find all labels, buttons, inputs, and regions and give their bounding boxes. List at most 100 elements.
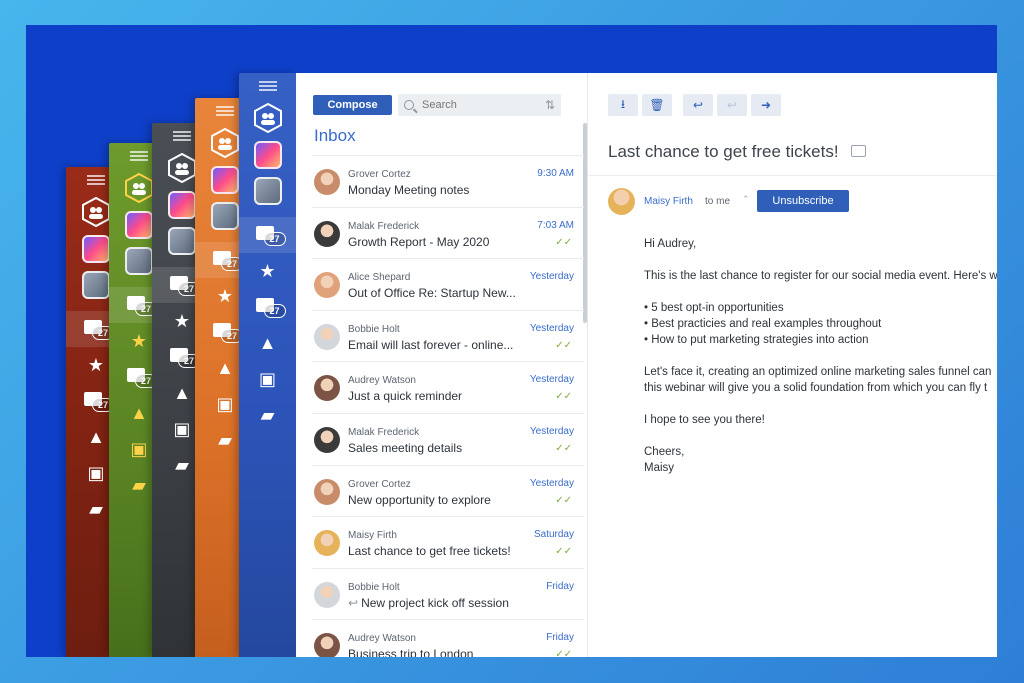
reply-all-button[interactable]: ↩ <box>717 94 747 116</box>
subject-text: Just a quick reminder <box>348 389 463 404</box>
message-subject: Just a quick reminder <box>348 389 462 403</box>
replied-icon: ↩ <box>348 595 359 610</box>
message-sender: Bobbie Holt <box>348 323 400 335</box>
paragraph-line: Let's face it, creating an optimized onl… <box>644 366 992 378</box>
account-tile[interactable] <box>168 227 196 255</box>
action-toolbar: ⭳ 🗑 <box>608 94 672 116</box>
account-tile[interactable] <box>125 211 153 239</box>
avatar <box>314 426 340 453</box>
header-divider <box>588 175 997 176</box>
subject-text: Business trip to London <box>348 647 474 657</box>
message-list-pane: Compose ⇅ Inbox Grover Cortez Monday Meet… <box>296 73 588 657</box>
read-check-icon: ✓✓ <box>555 391 572 403</box>
reply-toolbar: ↩ ↩ ➜ <box>683 94 781 116</box>
message-subject: Monday Meeting notes <box>348 183 469 197</box>
download-button[interactable]: ⭳ <box>608 94 638 116</box>
message-row[interactable]: Audrey Watson Business trip to London Frid… <box>312 619 584 657</box>
sort-icon[interactable]: ⇅ <box>545 98 555 112</box>
bullet-item: Best practicies and real examples throug… <box>644 316 997 332</box>
account-tile[interactable] <box>125 247 153 275</box>
message-time: Saturday <box>533 529 574 541</box>
recipient-label: to me <box>705 196 731 207</box>
message-time: 7:03 AM <box>537 219 574 231</box>
reply-button[interactable]: ↩ <box>683 94 713 116</box>
contacts-icon[interactable] <box>211 128 239 158</box>
avatar <box>314 323 340 350</box>
message-row[interactable]: Grover Cortez New opportunity to explore Y… <box>312 464 584 517</box>
message-row[interactable]: Grover Cortez Monday Meeting notes 9:30 AM <box>312 155 584 207</box>
message-time: Yesterday <box>529 477 574 489</box>
send-icon[interactable]: ▲ <box>239 325 296 361</box>
message-subject: Email will last forever - online... <box>348 338 513 352</box>
account-tile[interactable] <box>82 271 110 299</box>
contacts-icon[interactable] <box>168 153 196 183</box>
folder-title: Inbox <box>314 126 356 145</box>
message-sender: Bobbie Holt <box>348 581 400 593</box>
avatar <box>314 633 340 657</box>
account-tile[interactable] <box>253 177 282 205</box>
search-icon <box>404 100 414 110</box>
folder-icon[interactable]: ▰ <box>239 397 296 433</box>
message-row[interactable]: Malak Frederick Growth Report - May 2020 7… <box>312 206 584 259</box>
message-time: Friday <box>546 580 574 592</box>
subject-text: Email will last forever - online... <box>348 337 514 352</box>
archive-icon[interactable]: ▣ <box>239 361 296 397</box>
contacts-icon[interactable] <box>125 173 153 203</box>
message-row[interactable]: Bobbie Holt ↩ New project kick off session… <box>312 567 584 620</box>
message-sender: Maisy Firth <box>348 530 397 542</box>
forward-button[interactable]: ➜ <box>751 94 781 116</box>
read-check-icon: ✓✓ <box>555 442 572 454</box>
folder-badge-icon[interactable]: 27 <box>239 289 296 325</box>
message-body: Hi Audrey, This is the last chance to re… <box>644 236 997 476</box>
message-row[interactable]: Malak Frederick Sales meeting details Yest… <box>312 412 584 465</box>
move-to-folder-icon[interactable] <box>850 145 866 157</box>
bullet-item: 5 best opt-in opportunities <box>644 300 997 316</box>
message-row[interactable]: Alice Shepard Out of Office Re: Startup N… <box>312 258 584 310</box>
message-time: Friday <box>546 632 574 644</box>
message-time: 9:30 AM <box>537 168 574 179</box>
hamburger-icon[interactable] <box>87 175 105 185</box>
inbox-folder-icon[interactable]: 27 <box>239 217 296 253</box>
message-sender: Audrey Watson <box>348 633 416 645</box>
contacts-icon[interactable] <box>82 197 110 227</box>
skin-panel-blue[interactable]: 27 ★ 27 ▲ ▣ ▰ <box>239 73 296 657</box>
star-icon[interactable]: ★ <box>239 253 296 289</box>
compose-button[interactable]: Compose <box>313 95 392 115</box>
account-tile[interactable] <box>211 166 239 194</box>
signature: Maisy <box>644 462 675 474</box>
message-sender: Grover Cortez <box>348 478 411 490</box>
message-row[interactable]: Bobbie Holt Email will last forever - onl… <box>312 309 584 362</box>
message-subject: Growth Report - May 2020 <box>348 235 489 249</box>
message-sender: Grover Cortez <box>348 169 411 180</box>
account-tile[interactable] <box>253 141 282 169</box>
contacts-icon[interactable] <box>253 103 282 133</box>
greeting: Hi Audrey, <box>644 238 697 250</box>
hamburger-icon[interactable] <box>173 131 191 141</box>
hamburger-icon[interactable] <box>258 81 277 91</box>
account-tile[interactable] <box>211 202 239 230</box>
details-toggle-icon[interactable]: ⌃ <box>742 194 750 205</box>
subject-text: Last chance to get free tickets! <box>348 544 511 559</box>
search-box[interactable]: ⇅ <box>398 94 561 116</box>
read-check-icon: ✓✓ <box>555 546 572 558</box>
account-tile[interactable] <box>82 235 110 263</box>
unsubscribe-button[interactable]: Unsubscribe <box>757 190 849 212</box>
message-time: Yesterday <box>529 425 574 437</box>
avatar <box>314 169 340 195</box>
message-row[interactable]: Maisy Firth Last chance to get free ticke… <box>312 516 584 568</box>
bullet-item: How to put marketing strategies into act… <box>644 332 997 348</box>
message-row[interactable]: Audrey Watson Just a quick reminder Yester… <box>312 361 584 413</box>
subject-text: New project kick off session <box>361 595 509 610</box>
subject-text: Last chance to get free tickets! <box>608 142 839 161</box>
message-time: Yesterday <box>529 374 574 386</box>
subject-text: Out of Office Re: Startup New... <box>348 286 516 301</box>
hamburger-icon[interactable] <box>130 151 148 161</box>
delete-button[interactable]: 🗑 <box>642 94 672 116</box>
account-tile[interactable] <box>168 191 196 219</box>
paragraph-line: this webinar will give you a solid found… <box>644 382 988 394</box>
sender-name[interactable]: Maisy Firth <box>644 196 693 207</box>
sender-avatar <box>608 188 635 215</box>
message-subject: New opportunity to explore <box>348 493 491 507</box>
hamburger-icon[interactable] <box>216 106 234 116</box>
search-input[interactable] <box>422 99 532 111</box>
